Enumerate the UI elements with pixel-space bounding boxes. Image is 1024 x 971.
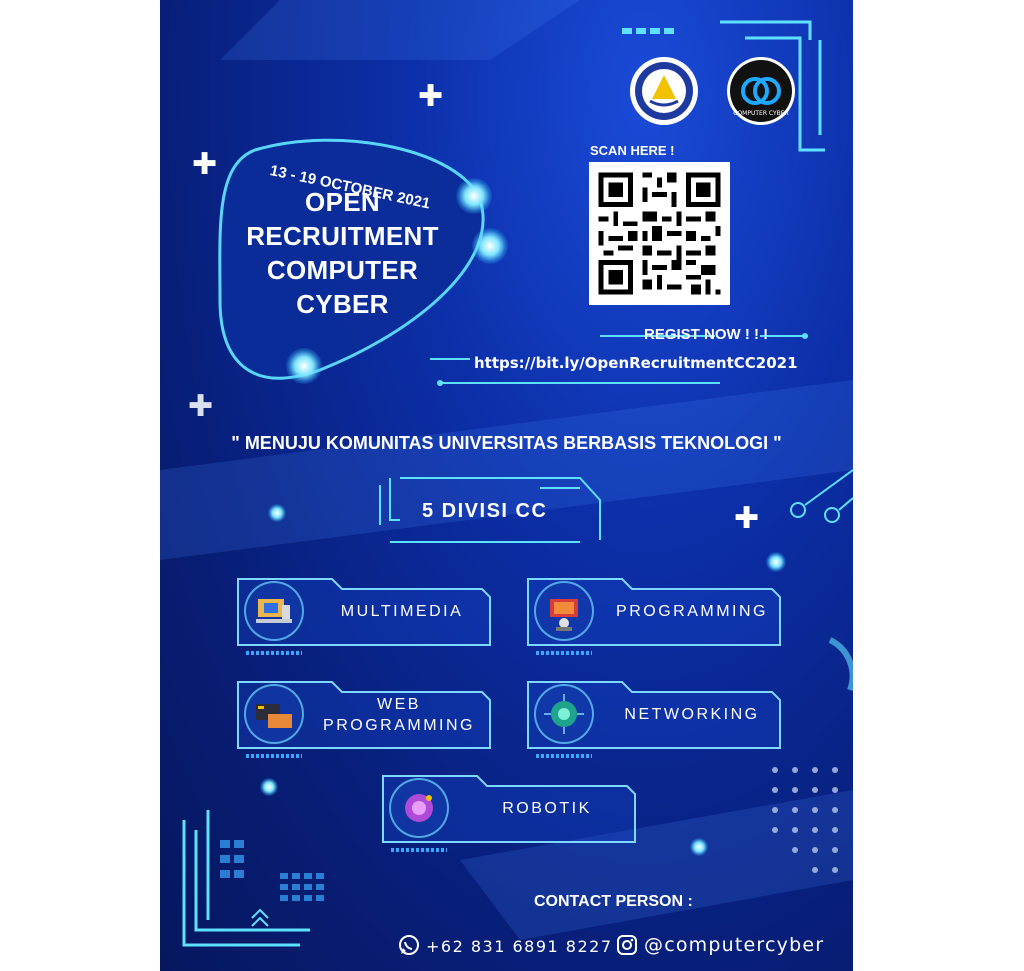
division-card-multimedia: MULTIMEDIA <box>232 575 494 655</box>
scan-label: SCAN HERE ! <box>590 143 675 158</box>
glow-dot <box>766 552 786 572</box>
glow-dot <box>268 504 286 522</box>
glow-dot <box>472 228 508 264</box>
division-label: ROBOTIK <box>502 800 592 817</box>
division-label-line: WEB <box>377 696 421 713</box>
event-title: OPEN RECRUITMENT COMPUTER CYBER <box>240 185 445 321</box>
plus-icon: ✚ <box>734 501 760 536</box>
division-card-robotik: ROBOTIK <box>377 772 639 852</box>
multimedia-icon <box>244 581 304 641</box>
computer-cyber-logo: COMPUTER CYBER <box>727 57 795 125</box>
web-programming-icon <box>244 684 304 744</box>
glow-dot <box>286 348 322 384</box>
title-line: COMPUTER <box>266 255 419 285</box>
title-line: OPEN <box>305 187 380 217</box>
qr-code[interactable] <box>589 162 730 305</box>
plus-icon: ✚ <box>192 147 218 182</box>
glow-dot <box>690 838 708 856</box>
division-card-programming: PROGRAMMING <box>522 575 784 655</box>
instagram-icon <box>617 935 637 955</box>
whatsapp-icon <box>399 935 419 955</box>
university-seal-icon <box>630 57 698 125</box>
division-card-networking: NETWORKING <box>522 678 784 758</box>
programming-icon <box>534 581 594 641</box>
recruitment-poster: ✚ ✚ ✚ ✚ COMPUTER CYBER 13 - 19 OCTOBER 2… <box>160 0 853 971</box>
regist-now-label: REGIST NOW ! ! ! <box>644 326 769 343</box>
registration-link[interactable]: https://bit.ly/OpenRecruitmentCC2021 <box>474 354 798 372</box>
glow-dot <box>260 778 278 796</box>
plus-icon: ✚ <box>188 389 214 424</box>
division-card-web-programming: WEB PROGRAMMING <box>232 678 494 758</box>
networking-icon <box>534 684 594 744</box>
divisions-title: 5 DIVISI CC <box>422 500 548 522</box>
division-label: WEB PROGRAMMING <box>314 694 484 736</box>
division-label-line: PROGRAMMING <box>323 717 475 734</box>
division-label: PROGRAMMING <box>616 603 768 620</box>
title-line: CYBER <box>296 289 389 319</box>
contact-person-label: CONTACT PERSON : <box>534 893 693 910</box>
contact-phone[interactable]: +62 831 6891 8227 <box>426 937 613 956</box>
robotik-icon <box>389 778 449 838</box>
glow-dot <box>456 178 492 214</box>
division-label: MULTIMEDIA <box>340 603 464 620</box>
logo-text: COMPUTER CYBER <box>733 110 788 117</box>
tagline: " MENUJU KOMUNITAS UNIVERSITAS BERBASIS … <box>231 433 782 453</box>
division-label: NETWORKING <box>624 706 760 723</box>
title-line: RECRUITMENT <box>246 221 439 251</box>
plus-icon: ✚ <box>418 79 444 114</box>
contact-instagram[interactable]: @computercyber <box>644 934 824 956</box>
